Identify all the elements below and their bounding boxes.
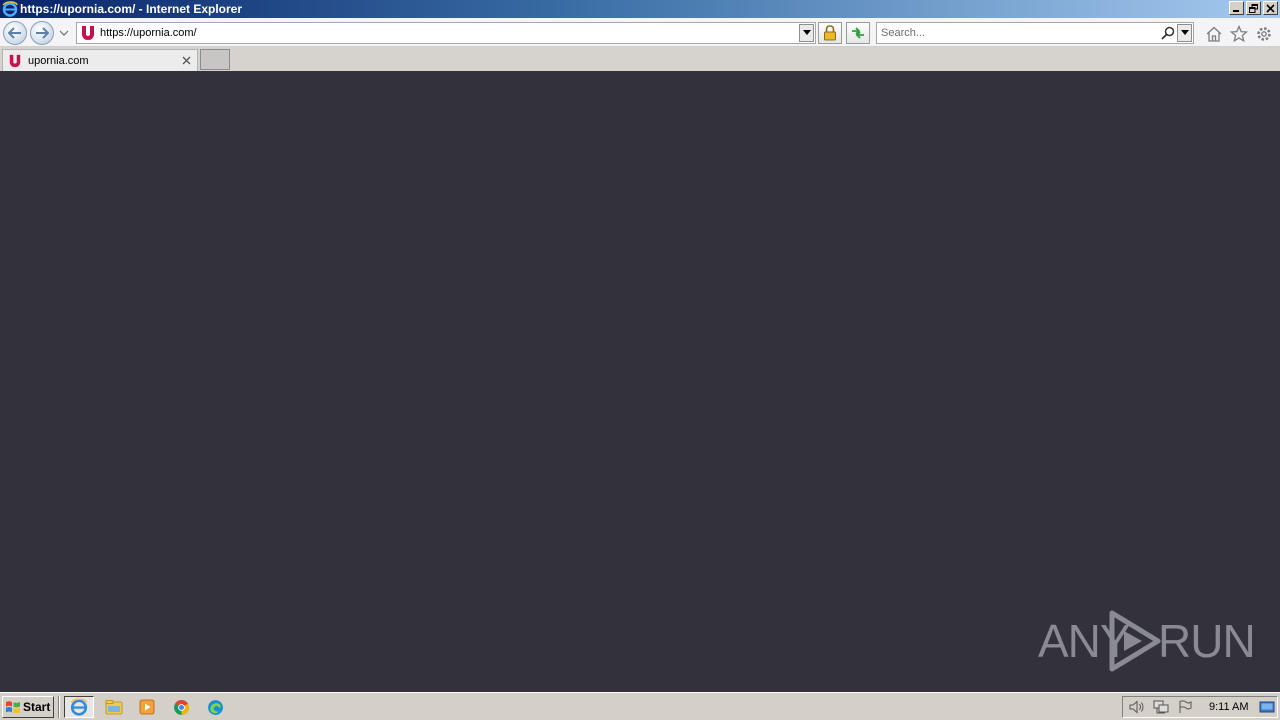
close-icon [1266,3,1275,13]
search-icon [1161,26,1175,40]
window-title-bar[interactable]: https://upornia.com/ - Internet Explorer [0,0,1280,18]
minimize-icon [1233,9,1239,12]
play-logo-icon [1109,610,1161,672]
back-arrow-icon [8,27,21,39]
system-tray: 9:11 AM [1122,696,1278,718]
windows-logo-icon [6,701,20,714]
flag-icon [1179,700,1192,713]
taskbar-app-file-explorer[interactable] [99,696,129,718]
new-tab-button[interactable] [200,49,230,70]
action-center-button[interactable] [1175,698,1195,716]
close-button[interactable] [1263,1,1278,15]
start-button[interactable]: Start [2,696,54,718]
restore-icon [1249,3,1258,13]
taskbar-app-internet-explorer[interactable] [64,696,94,718]
taskbar-app-chrome[interactable] [166,696,196,718]
refresh-icon [852,27,864,39]
start-label: Start [23,700,51,714]
address-bar[interactable]: https://upornia.com/ [76,22,816,44]
gear-icon [1257,27,1271,41]
close-icon [182,56,190,65]
anyrun-watermark: ANY RUN [1038,609,1256,673]
site-favicon-icon [9,54,21,67]
star-icon [1230,25,1248,43]
search-dropdown-button[interactable] [1177,24,1192,42]
volume-button[interactable] [1127,698,1147,716]
file-explorer-icon [105,700,123,715]
home-icon [1206,26,1222,42]
favorites-button[interactable] [1230,25,1248,43]
chevron-down-icon [802,30,811,35]
speaker-icon [1129,700,1144,714]
site-favicon-icon [82,26,94,40]
window-controls [1229,1,1278,15]
navigation-bar: https://upornia.com/ [0,18,1280,47]
restore-button[interactable] [1246,1,1261,15]
page-content[interactable]: ANY RUN [0,71,1280,692]
network-icon [1153,700,1169,714]
show-desktop-icon[interactable] [1259,699,1275,715]
tab-close-button[interactable] [179,54,193,68]
taskbar-app-media-player[interactable] [132,696,162,718]
tools-button[interactable] [1255,25,1273,43]
minimize-button[interactable] [1229,1,1244,15]
edge-icon [207,699,223,715]
taskbar: Start 9:11 AM [0,692,1280,720]
internet-explorer-icon [70,698,88,716]
address-url[interactable]: https://upornia.com/ [100,27,799,39]
address-dropdown-button[interactable] [799,24,814,42]
chevron-down-icon [1180,30,1189,35]
back-button[interactable] [3,21,27,45]
watermark-text-right: RUN [1158,615,1256,667]
internet-explorer-icon [2,1,18,17]
search-box[interactable] [876,22,1194,44]
search-button[interactable] [1159,24,1177,42]
chrome-icon [173,699,189,715]
system-clock[interactable]: 9:11 AM [1209,701,1249,713]
tab-title: upornia.com [28,54,89,67]
window-title: https://upornia.com/ - Internet Explorer [20,2,243,16]
taskbar-separator [58,696,60,718]
lock-icon [824,25,836,41]
forward-button[interactable] [30,21,54,45]
taskbar-app-edge[interactable] [200,696,230,718]
network-button[interactable] [1151,698,1171,716]
tab-bar: upornia.com [0,47,1280,71]
history-dropdown-icon[interactable] [59,28,69,38]
search-input[interactable] [881,24,1159,42]
media-player-icon [139,699,155,715]
security-lock-button[interactable] [818,22,842,44]
home-button[interactable] [1205,25,1223,43]
refresh-button[interactable] [846,22,870,44]
forward-arrow-icon [36,27,49,39]
tab-upornia[interactable]: upornia.com [2,49,198,71]
